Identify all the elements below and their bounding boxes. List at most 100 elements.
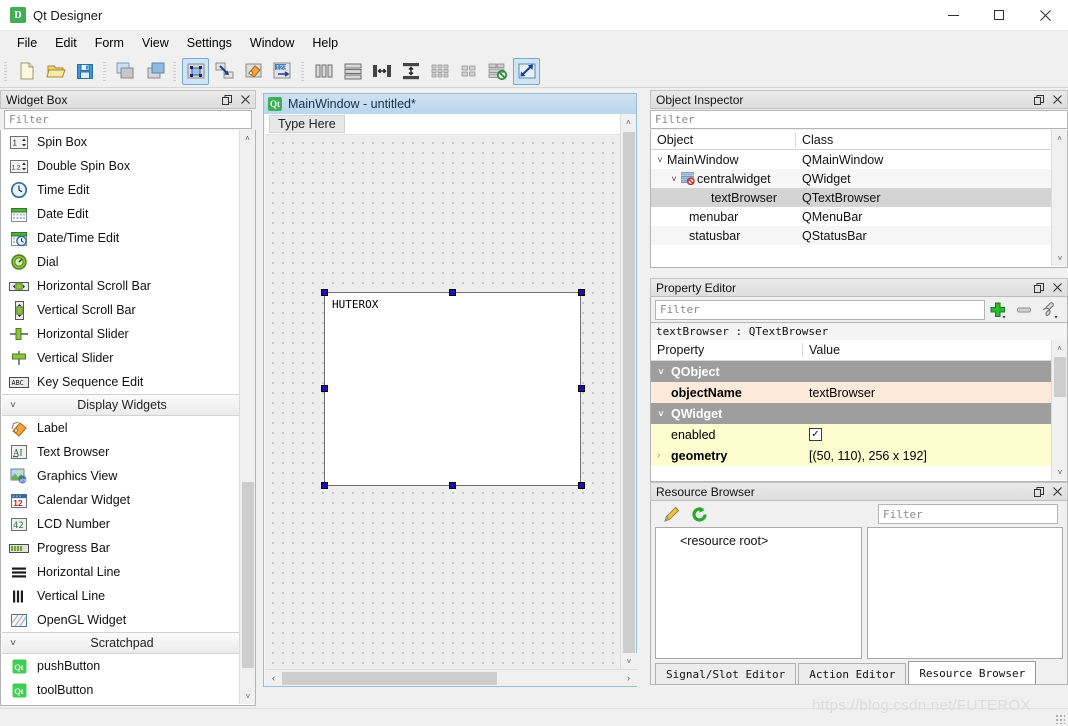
widget-item-date-edit[interactable]: Date Edit [2,202,242,226]
menu-help[interactable]: Help [303,33,347,53]
scroll-down-button[interactable]: ˅ [1052,250,1067,266]
resize-handle-top-right[interactable] [578,289,585,296]
form-window-titlebar[interactable]: Qt MainWindow - untitled* [264,94,636,114]
scroll-up-button[interactable]: ˄ [1052,130,1067,146]
scrollbar-thumb[interactable] [1054,357,1066,397]
scrollbar-track[interactable] [282,670,620,687]
object-inspector-undock-button[interactable] [1031,92,1047,107]
tab-resource-browser[interactable]: Resource Browser [908,661,1037,684]
open-form-button[interactable] [42,58,69,85]
adjust-size-button[interactable] [513,57,540,85]
menu-view[interactable]: View [133,33,178,53]
scrollbar-thumb[interactable] [623,132,635,666]
menu-settings[interactable]: Settings [178,33,241,53]
widget-item-vertical-scroll-bar[interactable]: Vertical Scroll Bar [2,298,242,322]
resize-handle-bottom-center[interactable] [449,482,456,489]
property-editor-close-button[interactable] [1049,280,1065,295]
resource-root-item[interactable]: <resource root> [656,534,861,548]
widget-box-undock-button[interactable] [219,92,235,107]
scroll-right-button[interactable]: › [620,670,637,687]
widget-item-calendar-widget[interactable]: 12 Calendar Widget [2,488,242,512]
form-menubar[interactable]: Type Here [265,114,621,135]
property-row-objectname[interactable]: objectName textBrowser [651,382,1067,403]
property-row-enabled[interactable]: enabled ✓ [651,424,1067,445]
add-dynamic-property-button[interactable] [985,301,1011,319]
property-row-geometry[interactable]: › geometry [(50, 110), 256 x 192] [651,445,1067,466]
widget-item-dial[interactable]: Dial [2,250,242,274]
scrollbar-thumb[interactable] [282,671,497,685]
widget-category-scratchpad[interactable]: ˅ Scratchpad [2,632,242,654]
object-row-mainwindow[interactable]: ˅ MainWindow QMainWindow [651,150,1067,169]
configure-property-editor-button[interactable] [1037,301,1063,319]
widget-item-vertical-slider[interactable]: Vertical Slider [2,346,242,370]
form-area-horizontal-scrollbar[interactable]: ‹ › [265,669,637,686]
edit-signals-slots-button[interactable] [211,58,238,85]
scroll-down-button[interactable]: ˅ [621,653,637,669]
object-row-centralwidget[interactable]: ˅ centralwidget QWidget [651,169,1067,188]
widget-item-datetime-edit[interactable]: Date/Time Edit [2,226,242,250]
widget-item-spin-box[interactable]: 1 Spin Box [2,130,242,154]
layout-horizontally-button[interactable] [310,58,337,85]
property-editor-scrollbar[interactable]: ˄ ˅ [1051,340,1067,480]
resize-handle-top-left[interactable] [321,289,328,296]
remove-dynamic-property-button[interactable] [1011,301,1037,319]
chevron-down-icon[interactable]: ˅ [651,409,671,419]
resize-handle-middle-right[interactable] [578,385,585,392]
property-group-qwidget[interactable]: ˅ QWidget [651,403,1067,424]
resource-browser-undock-button[interactable] [1031,484,1047,499]
new-form-button[interactable] [13,58,40,85]
edit-tab-order-button[interactable]: 123 [269,58,296,85]
property-value[interactable]: textBrowser [803,386,1067,400]
chevron-right-icon[interactable]: › [657,450,671,461]
resource-tree[interactable]: <resource root> [655,527,862,659]
property-group-qobject[interactable]: ˅ QObject [651,361,1067,382]
form-canvas[interactable]: HUTEROX [265,135,621,669]
toolbar-grip[interactable] [2,60,9,82]
close-button[interactable] [1022,0,1068,31]
widget-item-text-browser[interactable]: AI Text Browser [2,440,242,464]
resize-handle-top-center[interactable] [449,289,456,296]
resize-handle-bottom-right[interactable] [578,482,585,489]
resize-grip[interactable] [1055,714,1065,724]
maximize-button[interactable] [976,0,1022,31]
widget-item-tool-button[interactable]: Qt toolButton [2,678,242,702]
tab-action-editor[interactable]: Action Editor [798,663,907,684]
object-inspector-scrollbar[interactable]: ˄ ˅ [1051,130,1067,266]
chevron-down-icon[interactable]: ˅ [653,155,667,165]
toolbar-grip-4[interactable] [299,60,306,82]
widget-item-opengl-widget[interactable]: OpenGL Widget [2,608,242,632]
form-area-vertical-scrollbar[interactable]: ˄ ˅ [620,114,637,669]
resource-preview-pane[interactable] [867,527,1063,659]
widget-item-key-sequence-edit[interactable]: ABC Key Sequence Edit [2,370,242,394]
textbrowser-widget[interactable]: HUTEROX [324,292,581,486]
widget-item-lcd-number[interactable]: 42 LCD Number [2,512,242,536]
edit-widgets-button[interactable] [182,57,209,85]
property-value[interactable]: [(50, 110), 256 x 192] [803,449,1067,463]
undo-button[interactable] [112,58,139,85]
chevron-down-icon[interactable]: ˅ [651,367,671,377]
layout-vertically-button[interactable] [339,58,366,85]
object-row-menubar[interactable]: menubar QMenuBar [651,207,1067,226]
reload-resources-button[interactable] [685,505,713,524]
chevron-down-icon[interactable]: ˅ [667,174,681,184]
widget-item-label[interactable]: Label [2,416,242,440]
minimize-button[interactable] [930,0,976,31]
object-row-textbrowser[interactable]: textBrowser QTextBrowser [651,188,1067,207]
enabled-checkbox[interactable]: ✓ [809,428,822,441]
object-inspector-close-button[interactable] [1049,92,1065,107]
layout-splitter-vertical-button[interactable] [397,58,424,85]
widget-box-scrollbar[interactable]: ˄ ˅ [239,130,255,704]
widget-category-display-widgets[interactable]: ˅ Display Widgets [2,394,242,416]
edit-buddies-button[interactable] [240,58,267,85]
resize-handle-middle-left[interactable] [321,385,328,392]
scroll-up-button[interactable]: ˄ [1052,340,1067,356]
layout-form-button[interactable] [426,58,453,85]
widget-item-graphics-view[interactable]: abc Graphics View [2,464,242,488]
widget-item-horizontal-scroll-bar[interactable]: Horizontal Scroll Bar [2,274,242,298]
resize-handle-bottom-left[interactable] [321,482,328,489]
menu-window[interactable]: Window [241,33,303,53]
object-row-statusbar[interactable]: statusbar QStatusBar [651,226,1067,245]
widget-item-horizontal-line[interactable]: Horizontal Line [2,560,242,584]
widget-item-progress-bar[interactable]: Progress Bar [2,536,242,560]
property-editor-undock-button[interactable] [1031,280,1047,295]
